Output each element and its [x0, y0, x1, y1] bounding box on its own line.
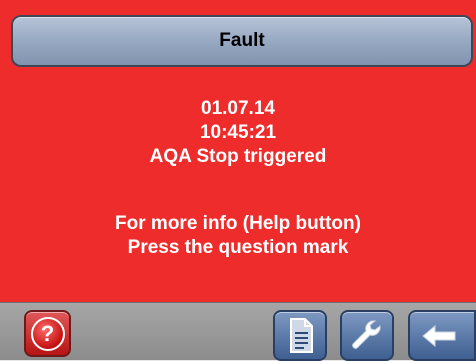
- question-mark-icon: ?: [30, 316, 65, 351]
- info-line-1: For more info (Help button): [115, 213, 361, 234]
- bottom-toolbar: ?: [0, 302, 476, 361]
- wrench-icon: [352, 319, 381, 349]
- title-bar: Fault: [11, 15, 473, 67]
- help-glyph: ?: [40, 320, 55, 346]
- fault-date: 01.07.14: [201, 98, 275, 119]
- document-button[interactable]: [273, 310, 327, 361]
- info-line-2: Press the question mark: [127, 237, 349, 258]
- settings-tool-button[interactable]: [340, 310, 394, 361]
- fault-event: AQA Stop triggered: [149, 146, 327, 167]
- back-button[interactable]: [408, 310, 476, 361]
- fault-screen: Fault 01.07.14 10:45:21 AQA Stop trigger…: [0, 0, 476, 302]
- back-arrow-icon: [422, 324, 456, 347]
- document-icon: [290, 317, 313, 353]
- help-button[interactable]: ?: [24, 310, 71, 357]
- fault-time: 10:45:21: [199, 122, 277, 143]
- page-title: Fault: [219, 30, 265, 51]
